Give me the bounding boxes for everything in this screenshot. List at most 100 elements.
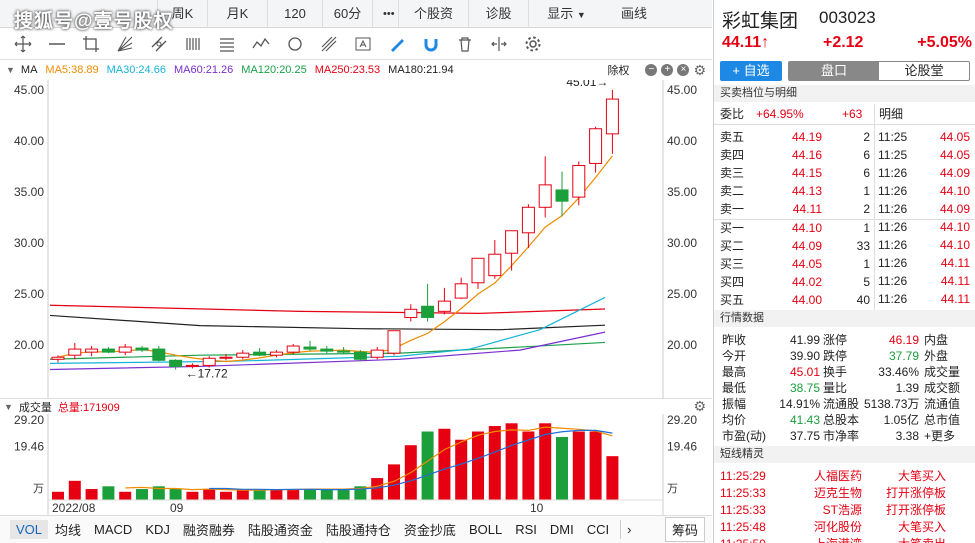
tab-indicator[interactable]: 资金抄底 <box>398 518 462 541</box>
volume-bar[interactable] <box>287 489 300 500</box>
pen-icon[interactable] <box>380 32 414 56</box>
tab-60min[interactable]: 60分 <box>323 0 373 28</box>
tab-stock-info[interactable]: 个股资料 <box>399 0 469 49</box>
tab-indicator[interactable]: VOL <box>10 520 49 539</box>
trash-icon[interactable] <box>448 32 482 56</box>
tick-time: 11:25 <box>878 148 908 162</box>
pitchfork-icon[interactable] <box>312 32 346 56</box>
channel-icon[interactable] <box>142 32 176 56</box>
news-section-title: 短线精灵 <box>714 446 975 463</box>
orderbook-label: 买三 <box>720 257 745 271</box>
candle[interactable] <box>387 330 401 356</box>
candlestick-chart[interactable]: 45.00 45.00 40.00 40.00 35.00 35.00 30.00 30.00… <box>0 80 712 398</box>
tab-indicator[interactable]: 均线 <box>49 518 87 541</box>
current-price: 44.11 <box>722 34 762 51</box>
candle-body <box>269 351 283 356</box>
tab-display[interactable]: 显示 ▼ <box>529 0 604 28</box>
tab-120min[interactable]: 120分 <box>268 0 323 49</box>
news-event: 打开涨停板 <box>885 503 946 517</box>
volume-settings-icon[interactable]: ⚙ <box>693 398 706 415</box>
orderbook-volume: 1 <box>863 257 870 271</box>
volume-bar[interactable] <box>320 489 333 500</box>
tab-diagnosis[interactable]: 诊股 <box>469 0 529 28</box>
volume-bar[interactable] <box>488 426 501 500</box>
volume-bar[interactable] <box>455 439 468 500</box>
tick-time: 11:26 <box>878 256 908 270</box>
fan-icon[interactable] <box>108 32 142 56</box>
x-tick-label: 10 <box>530 501 544 515</box>
zoom-out-icon[interactable]: − <box>645 64 658 76</box>
split-icon[interactable] <box>482 32 516 56</box>
ma-legend-item: MA60:21.26 <box>173 64 234 76</box>
tab-indicator[interactable]: 筹码 <box>664 517 705 542</box>
volume-bar[interactable] <box>304 489 316 500</box>
move-icon[interactable] <box>6 32 40 56</box>
volume-chart[interactable]: 29.20 29.20 19.46 19.46 万 万 2022/08 09 10 <box>0 414 712 515</box>
volume-bar[interactable] <box>337 489 350 500</box>
volume-bar[interactable] <box>606 456 619 500</box>
close-icon[interactable]: × <box>677 64 690 76</box>
cycle-icon[interactable] <box>278 32 312 56</box>
volume-bar[interactable] <box>371 478 384 500</box>
tab-pankou[interactable]: 盘口 <box>789 62 879 80</box>
settings-icon[interactable] <box>516 32 550 56</box>
volume-bar[interactable] <box>102 486 115 500</box>
tab-indicator[interactable]: DMI <box>544 520 580 539</box>
volume-bar[interactable] <box>472 431 484 500</box>
market-label: +更多 <box>924 429 956 443</box>
tab-indicator[interactable]: CCI <box>581 520 615 539</box>
volume-bar[interactable] <box>203 489 216 500</box>
candle-body <box>387 330 401 354</box>
more-periods-button[interactable]: ••• <box>373 0 399 28</box>
volume-bar[interactable] <box>270 489 283 500</box>
volume-bar[interactable] <box>505 423 518 500</box>
tab-monthly[interactable]: 月K <box>208 0 268 28</box>
wave-icon[interactable] <box>244 32 278 56</box>
tick-time: 11:25 <box>878 130 908 144</box>
tab-indicator[interactable]: BOLL <box>463 520 508 539</box>
volume-bar[interactable] <box>421 431 434 500</box>
tab-indicator[interactable]: MACD <box>88 520 138 539</box>
volume-bar[interactable] <box>556 436 568 500</box>
tick-price: 44.05 <box>939 148 970 162</box>
candle-body <box>320 348 334 352</box>
volume-bar[interactable] <box>68 480 81 500</box>
orderbook-price: 44.09 <box>791 239 822 253</box>
text-annotation-icon[interactable] <box>346 32 380 56</box>
tab-drawing[interactable]: 画线 <box>604 0 664 28</box>
volume-bar[interactable] <box>85 489 98 500</box>
volume-bar[interactable] <box>220 491 232 500</box>
chevron-right-icon[interactable]: › <box>620 520 637 539</box>
volume-bar[interactable] <box>119 491 132 500</box>
tab-indicator[interactable]: 陆股通资金 <box>242 518 319 541</box>
divider <box>874 104 875 310</box>
candle-body <box>605 98 619 135</box>
line-icon[interactable] <box>40 32 74 56</box>
magnet-icon[interactable] <box>414 32 448 56</box>
up-arrow-icon: ↑ <box>761 34 770 51</box>
orderbook-volume: 40 <box>856 293 870 307</box>
fib-icon[interactable] <box>210 32 244 56</box>
add-watchlist-button[interactable]: + 自选 <box>720 61 782 81</box>
volume-bar[interactable] <box>572 431 585 500</box>
candle-body <box>68 348 82 356</box>
zoom-in-icon[interactable]: + <box>661 64 674 76</box>
settings-gear-icon[interactable]: ⚙ <box>693 62 706 79</box>
tick-time: 11:26 <box>878 220 908 234</box>
crop-icon[interactable] <box>74 32 108 56</box>
volume-bar[interactable] <box>438 428 451 500</box>
tab-lungu[interactable]: 论股堂 <box>879 62 969 80</box>
chu-quan-button[interactable]: 除权 <box>607 62 629 78</box>
volume-bar[interactable] <box>186 491 199 500</box>
volume-bar[interactable] <box>136 489 148 500</box>
volume-bar[interactable] <box>52 491 64 500</box>
tab-indicator[interactable]: 融资融券 <box>177 518 241 541</box>
volume-bar[interactable] <box>589 431 602 500</box>
tab-indicator[interactable]: KDJ <box>139 520 176 539</box>
orderbook-price: 44.15 <box>791 166 822 180</box>
tab-indicator[interactable]: RSI <box>509 520 543 539</box>
tab-indicator[interactable]: 陆股通持仓 <box>320 518 397 541</box>
bars-icon[interactable] <box>176 32 210 56</box>
volume-bar[interactable] <box>169 489 182 500</box>
candle[interactable] <box>353 350 367 362</box>
